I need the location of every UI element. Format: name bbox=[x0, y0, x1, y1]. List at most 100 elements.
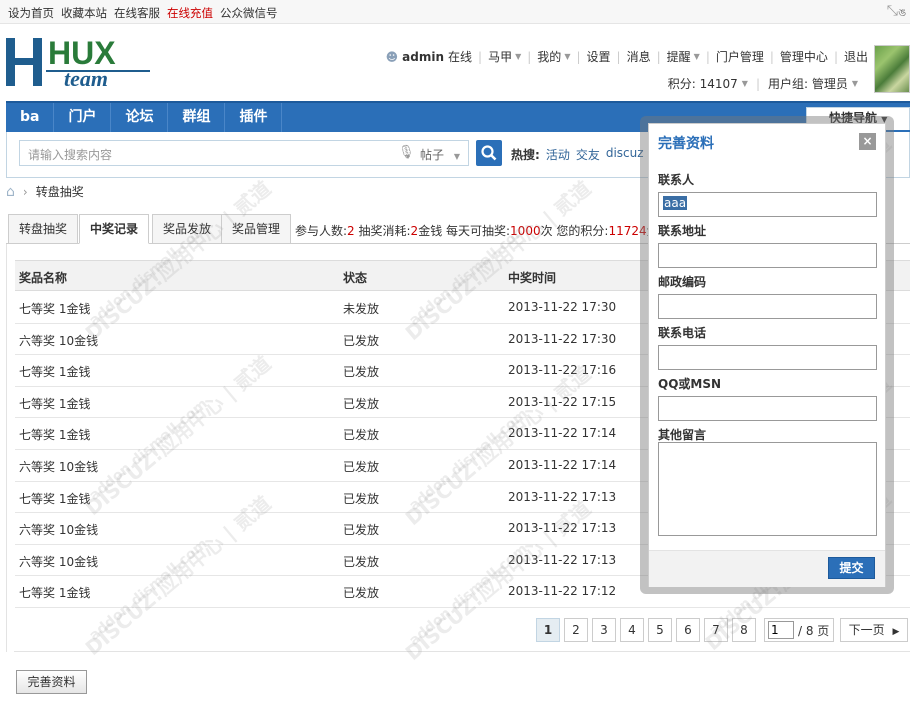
home-icon[interactable]: ⌂ bbox=[6, 184, 15, 200]
next-page-button[interactable]: 下一页 ▶ bbox=[840, 618, 908, 642]
prize-name-cell: 七等奖 1金钱 bbox=[19, 586, 91, 601]
status-cell: 已发放 bbox=[343, 365, 380, 380]
prize-name-cell: 六等奖 10金钱 bbox=[19, 554, 99, 569]
nav-item-ba[interactable]: ba bbox=[6, 103, 55, 132]
person-icon: ☻ bbox=[385, 49, 399, 64]
nav-item-portal[interactable]: 门户 bbox=[54, 103, 112, 132]
menu-portal-admin[interactable]: 门户管理 bbox=[716, 48, 764, 65]
mic-icon[interactable]: 🎙 bbox=[398, 145, 415, 160]
chevron-down-icon: ▼ bbox=[564, 52, 571, 61]
menu-admin-center[interactable]: 管理中心 bbox=[780, 48, 828, 65]
divider bbox=[14, 651, 910, 652]
status-cell: 未发放 bbox=[343, 302, 380, 316]
contact-field[interactable]: aaa bbox=[658, 192, 877, 217]
page-number-button[interactable]: 4 bbox=[620, 618, 644, 642]
time-cell: 2013-11-22 17:13 bbox=[508, 489, 617, 504]
prize-name-cell: 七等奖 1金钱 bbox=[19, 365, 91, 380]
message-label: 其他留言 bbox=[658, 428, 707, 442]
tab-winning-records[interactable]: 中奖记录 bbox=[79, 214, 150, 244]
resize-icon[interactable]: ⤡ bbox=[887, 3, 898, 19]
page-number-button[interactable]: 2 bbox=[564, 618, 588, 642]
menu-mine[interactable]: 我的 bbox=[537, 48, 561, 65]
tab-prize-delivery[interactable]: 奖品发放 bbox=[152, 214, 223, 244]
page-total: / 8 页 bbox=[798, 624, 830, 638]
complete-profile-button[interactable]: 完善资料 bbox=[16, 670, 87, 694]
hot-word[interactable]: discuz bbox=[606, 146, 644, 163]
prize-name-cell: 六等奖 10金钱 bbox=[19, 523, 99, 538]
breadcrumb-current[interactable]: 转盘抽奖 bbox=[36, 183, 84, 200]
dialog-title: 完善资料 bbox=[658, 136, 714, 152]
menu-messages[interactable]: 消息 bbox=[627, 48, 651, 65]
submit-button[interactable]: 提交 bbox=[828, 557, 875, 579]
menu-settings[interactable]: 设置 bbox=[587, 48, 611, 65]
search-button[interactable] bbox=[476, 140, 502, 166]
page-number-button[interactable]: 6 bbox=[676, 618, 700, 642]
header-time: 中奖时间 bbox=[508, 271, 557, 285]
usergroup-link[interactable]: 用户组: 管理员 bbox=[768, 75, 848, 92]
time-cell: 2013-11-22 17:14 bbox=[508, 426, 617, 441]
qq-msn-field[interactable] bbox=[658, 396, 877, 421]
username-link[interactable]: admin bbox=[402, 50, 444, 64]
points-link[interactable]: 积分: 14107 bbox=[668, 75, 738, 92]
nav-item-forum[interactable]: 论坛 bbox=[111, 103, 169, 132]
page-number-button[interactable]: 1 bbox=[536, 618, 560, 642]
top-link-favorite[interactable]: 收藏本站 bbox=[61, 5, 107, 21]
avatar[interactable] bbox=[874, 45, 910, 93]
top-link-service[interactable]: 在线客服 bbox=[114, 5, 160, 21]
search-type-select[interactable]: 帖子 ▼ bbox=[420, 146, 460, 163]
site-logo[interactable]: HUX team bbox=[6, 34, 156, 92]
page-number-button[interactable]: 5 bbox=[648, 618, 672, 642]
status-cell: 已发放 bbox=[343, 333, 380, 348]
status-cell: 已发放 bbox=[343, 460, 380, 474]
header-status: 状态 bbox=[343, 271, 368, 285]
chevron-down-icon: ▼ bbox=[741, 79, 748, 88]
prize-name-cell: 七等奖 1金钱 bbox=[19, 491, 91, 506]
top-links: 设为首页 收藏本站 在线客服 在线充值 公众微信号 bbox=[8, 5, 278, 21]
prize-name-cell: 六等奖 10金钱 bbox=[19, 333, 99, 348]
complete-profile-dialog: 完善资料 × 联系人 aaa 联系地址 邮政编码 联系电话 QQ或MSN 其他留… bbox=[648, 123, 886, 587]
user-info: 积分: 14107 ▼ | 用户组: 管理员 ▼ bbox=[667, 75, 858, 92]
menu-logout[interactable]: 退出 bbox=[844, 48, 868, 65]
page-jump-input[interactable] bbox=[768, 621, 794, 639]
top-link-wechat[interactable]: 公众微信号 bbox=[220, 5, 278, 21]
status-cell: 已发放 bbox=[343, 491, 380, 506]
time-cell: 2013-11-22 17:30 bbox=[508, 300, 617, 314]
page-number-button[interactable]: 3 bbox=[592, 618, 616, 642]
menu-reminders[interactable]: 提醒 bbox=[667, 48, 691, 65]
time-cell: 2013-11-22 17:12 bbox=[508, 584, 617, 599]
hot-word[interactable]: 交友 bbox=[576, 146, 600, 163]
contact-label: 联系人 bbox=[658, 173, 695, 187]
address-field[interactable] bbox=[658, 243, 877, 268]
chevron-down-icon: ▼ bbox=[693, 52, 700, 61]
next-icon: ▶ bbox=[892, 627, 900, 637]
hot-word[interactable]: 活动 bbox=[546, 146, 570, 163]
prize-name-cell: 六等奖 10金钱 bbox=[19, 460, 99, 474]
address-label: 联系地址 bbox=[658, 224, 707, 238]
page-number-button[interactable]: 7 bbox=[704, 618, 728, 642]
close-icon[interactable]: × bbox=[859, 133, 876, 150]
status-cell: 已发放 bbox=[343, 428, 380, 443]
search-input[interactable]: 请输入搜索内容 🎙 帖子 ▼ bbox=[19, 140, 469, 166]
lottery-stats: 参与人数:2 抽奖消耗:2金钱 每天可抽奖:1000次 您的积分:11724金钱 bbox=[295, 224, 671, 238]
nav-item-group[interactable]: 群组 bbox=[168, 103, 226, 132]
time-cell: 2013-11-22 17:14 bbox=[508, 458, 617, 472]
nav-item-plugin[interactable]: 插件 bbox=[225, 103, 283, 132]
tab-prize-management[interactable]: 奖品管理 bbox=[221, 214, 292, 244]
user-bar: ☻ admin 在线 | 马甲 ▼ | 我的 ▼ | 设置 | 消息 | 提醒 ▼ |… bbox=[385, 48, 868, 65]
page-number-button[interactable]: 8 bbox=[732, 618, 756, 642]
hot-search: 热搜: 活动 交友 discuz bbox=[511, 146, 644, 163]
prize-name-cell: 七等奖 1金钱 bbox=[19, 396, 91, 411]
top-link-home[interactable]: 设为首页 bbox=[8, 5, 54, 21]
breadcrumb-separator: › bbox=[22, 184, 28, 199]
zipcode-field[interactable] bbox=[658, 294, 877, 319]
phone-field[interactable] bbox=[658, 345, 877, 370]
status-cell: 已发放 bbox=[343, 523, 380, 538]
menu-majia[interactable]: 马甲 bbox=[488, 48, 512, 65]
message-textarea[interactable] bbox=[658, 442, 877, 536]
search-icon bbox=[481, 145, 497, 161]
chevron-down-icon: ▼ bbox=[515, 52, 522, 61]
breadcrumb: ⌂ › 转盘抽奖 bbox=[6, 183, 84, 200]
status-cell: 已发放 bbox=[343, 586, 380, 601]
top-link-recharge[interactable]: 在线充值 bbox=[167, 5, 213, 21]
tab-lottery[interactable]: 转盘抽奖 bbox=[8, 214, 79, 244]
